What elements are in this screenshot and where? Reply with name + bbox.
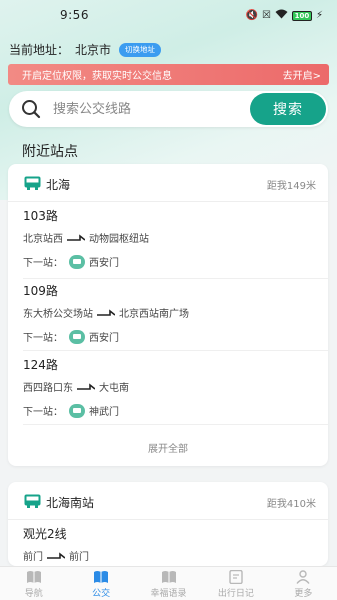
arrow-right-icon bbox=[97, 308, 115, 316]
arrow-right-icon bbox=[77, 382, 95, 390]
route-destination: 动物园枢纽站 bbox=[89, 234, 149, 245]
tab-more[interactable]: 更多 bbox=[270, 567, 337, 600]
divider bbox=[23, 424, 328, 425]
bus-stop-icon bbox=[69, 254, 85, 269]
route-name: 观光2线 bbox=[23, 527, 67, 541]
next-stop-name: 西安门 bbox=[89, 333, 119, 344]
bottom-tab-bar: 导航 公交 幸福语录 出行日记 更多 bbox=[0, 566, 337, 600]
route-name: 109路 bbox=[23, 284, 58, 298]
route-destination: 大屯南 bbox=[99, 383, 129, 394]
station-distance: 距我149米 bbox=[266, 181, 316, 192]
route-origin: 前门 bbox=[23, 552, 43, 563]
battery-icon: 100 bbox=[291, 10, 312, 21]
bus-stop-icon bbox=[69, 403, 85, 418]
nearby-stations-title: 附近站点 bbox=[22, 144, 78, 160]
search-button[interactable]: 搜索 bbox=[250, 93, 326, 125]
route-origin: 西四路口东 bbox=[23, 383, 73, 394]
arrow-right-icon bbox=[47, 551, 65, 559]
tab-label: 公交 bbox=[92, 589, 111, 599]
station-card: 北海 距我149米 103路 北京站西 动物园枢纽站 下一站： 西安门 109路… bbox=[8, 164, 328, 466]
next-stop-name: 神武门 bbox=[89, 407, 119, 418]
charging-icon: ⚡ bbox=[315, 10, 323, 21]
search-bar: 搜索 bbox=[9, 91, 328, 127]
sim-icon: ☒ bbox=[262, 10, 271, 21]
route-name: 124路 bbox=[23, 358, 58, 372]
route-direction: 前门 前门 bbox=[23, 548, 89, 563]
current-location: 当前地址： 北京市 切换地址 bbox=[9, 41, 162, 58]
tab-label: 更多 bbox=[294, 589, 313, 599]
book-icon bbox=[26, 571, 41, 583]
station-header[interactable]: 北海南站 距我410米 bbox=[8, 482, 328, 520]
wifi-icon bbox=[275, 9, 288, 22]
note-icon bbox=[229, 570, 243, 584]
tab-navigation[interactable]: 导航 bbox=[0, 567, 67, 600]
location-permission-banner[interactable]: 开启定位权限，获取实时公交信息 去开启> bbox=[8, 64, 329, 85]
station-name: 北海南站 bbox=[46, 496, 95, 510]
status-bar: 9:56 🔇 ☒ 100 ⚡ bbox=[0, 0, 337, 30]
route-name: 103路 bbox=[23, 209, 58, 223]
enable-location-link[interactable]: 去开启> bbox=[283, 67, 321, 82]
station-distance: 距我410米 bbox=[266, 499, 316, 510]
mute-icon: 🔇 bbox=[245, 10, 258, 21]
switch-address-button[interactable]: 切换地址 bbox=[119, 42, 162, 57]
route-direction: 西四路口东 大屯南 bbox=[23, 379, 129, 394]
route-destination: 前门 bbox=[69, 552, 89, 563]
tab-label: 幸福语录 bbox=[150, 589, 187, 599]
book-icon bbox=[161, 571, 176, 583]
route-item[interactable]: 观光2线 前门 前门 bbox=[23, 525, 323, 563]
next-stop-row: 下一站： 西安门 bbox=[23, 254, 119, 269]
route-destination: 北京西站南广场 bbox=[119, 309, 189, 320]
bus-icon bbox=[24, 494, 41, 508]
tab-quotes[interactable]: 幸福语录 bbox=[135, 567, 202, 600]
next-stop-label: 下一站： bbox=[23, 333, 63, 344]
route-origin: 东大桥公交场站 bbox=[23, 309, 93, 320]
next-stop-row: 下一站： 神武门 bbox=[23, 403, 119, 418]
tab-travel-diary[interactable]: 出行日记 bbox=[202, 567, 269, 600]
location-label: 当前地址： bbox=[9, 43, 70, 57]
tab-label: 导航 bbox=[24, 589, 43, 599]
next-stop-name: 西安门 bbox=[89, 258, 119, 269]
divider bbox=[23, 350, 328, 351]
route-direction: 北京站西 动物园枢纽站 bbox=[23, 230, 149, 245]
route-item[interactable]: 109路 东大桥公交场站 北京西站南广场 下一站： 西安门 bbox=[23, 282, 323, 344]
banner-text: 开启定位权限，获取实时公交信息 bbox=[22, 71, 172, 82]
next-stop-row: 下一站： 西安门 bbox=[23, 329, 119, 344]
route-item[interactable]: 124路 西四路口东 大屯南 下一站： 神武门 bbox=[23, 356, 323, 418]
station-card: 北海南站 距我410米 观光2线 前门 前门 bbox=[8, 482, 328, 566]
station-header[interactable]: 北海 距我149米 bbox=[8, 164, 328, 202]
divider bbox=[23, 278, 328, 279]
book-icon bbox=[94, 571, 109, 583]
route-item[interactable]: 103路 北京站西 动物园枢纽站 下一站： 西安门 bbox=[23, 207, 323, 269]
status-icons: 🔇 ☒ 100 ⚡ bbox=[246, 9, 323, 22]
bus-stop-icon bbox=[69, 329, 85, 344]
route-origin: 北京站西 bbox=[23, 234, 63, 245]
bus-icon bbox=[24, 176, 41, 190]
user-icon bbox=[296, 570, 310, 584]
tab-bus[interactable]: 公交 bbox=[67, 567, 134, 600]
location-city: 北京市 bbox=[75, 43, 112, 57]
expand-all-button[interactable]: 展开全部 bbox=[8, 440, 328, 455]
tab-label: 出行日记 bbox=[217, 589, 254, 599]
arrow-right-icon bbox=[67, 233, 85, 241]
search-icon bbox=[22, 100, 41, 119]
status-time: 9:56 bbox=[60, 8, 89, 22]
next-stop-label: 下一站： bbox=[23, 258, 63, 269]
next-stop-label: 下一站： bbox=[23, 407, 63, 418]
route-direction: 东大桥公交场站 北京西站南广场 bbox=[23, 305, 189, 320]
search-input[interactable] bbox=[53, 99, 243, 119]
station-name: 北海 bbox=[46, 178, 71, 192]
